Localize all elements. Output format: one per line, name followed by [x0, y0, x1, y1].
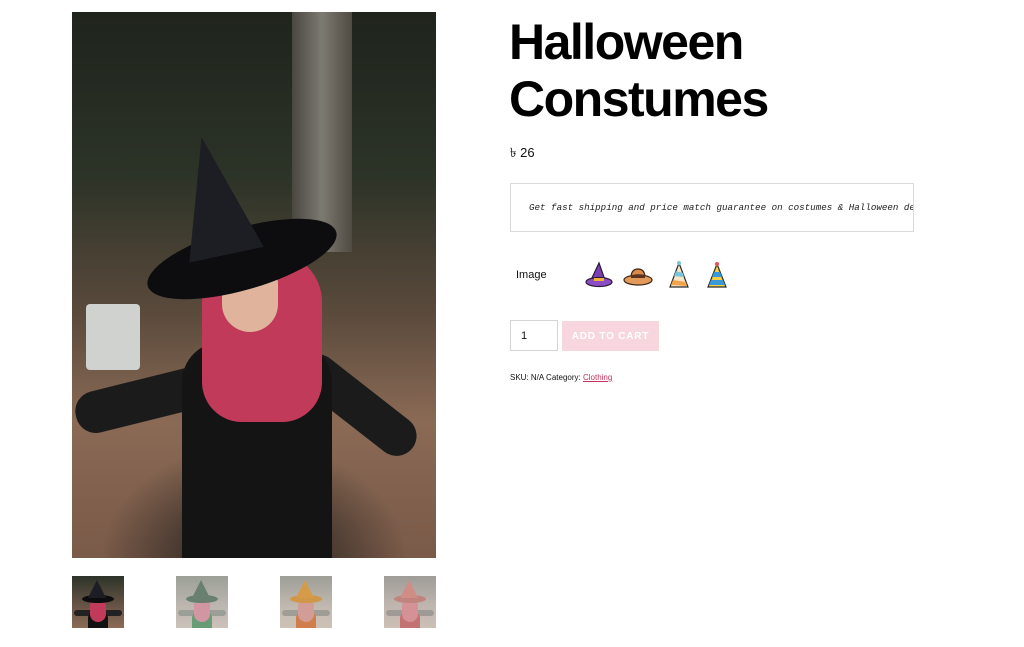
witch-hat-purple-icon[interactable] [582, 259, 616, 293]
add-to-cart-button[interactable]: ADD TO CART [562, 321, 659, 351]
gallery-thumbnail-4[interactable] [384, 576, 436, 628]
product-title: Halloween Constumes [509, 14, 769, 127]
sku-value: N/A [530, 373, 544, 382]
sku-label: SKU: [510, 373, 529, 382]
category-link[interactable]: Clothing [583, 373, 612, 382]
gallery-thumbnail-3[interactable] [280, 576, 332, 628]
attribute-label: Image [516, 269, 547, 281]
gallery-thumbnail-2[interactable] [176, 576, 228, 628]
photo-gravestone [86, 304, 140, 370]
product-main-image[interactable] [72, 12, 436, 558]
promo-text: Get fast shipping and price match guaran… [529, 202, 913, 213]
product-meta: SKU: N/A Category: Clothing [510, 373, 612, 382]
photo-hat-cone [164, 129, 264, 263]
quantity-input[interactable] [510, 320, 558, 351]
product-price: ৳ 26 [510, 145, 535, 160]
party-hat-blue-icon[interactable] [700, 259, 734, 293]
brown-hat-icon[interactable] [621, 259, 655, 293]
photo-tree-trunk [292, 12, 352, 252]
category-label: Category: [546, 373, 581, 382]
party-hat-striped-icon[interactable] [661, 259, 695, 293]
gallery-thumbnail-1[interactable] [72, 576, 124, 628]
promo-banner: Get fast shipping and price match guaran… [510, 183, 914, 232]
